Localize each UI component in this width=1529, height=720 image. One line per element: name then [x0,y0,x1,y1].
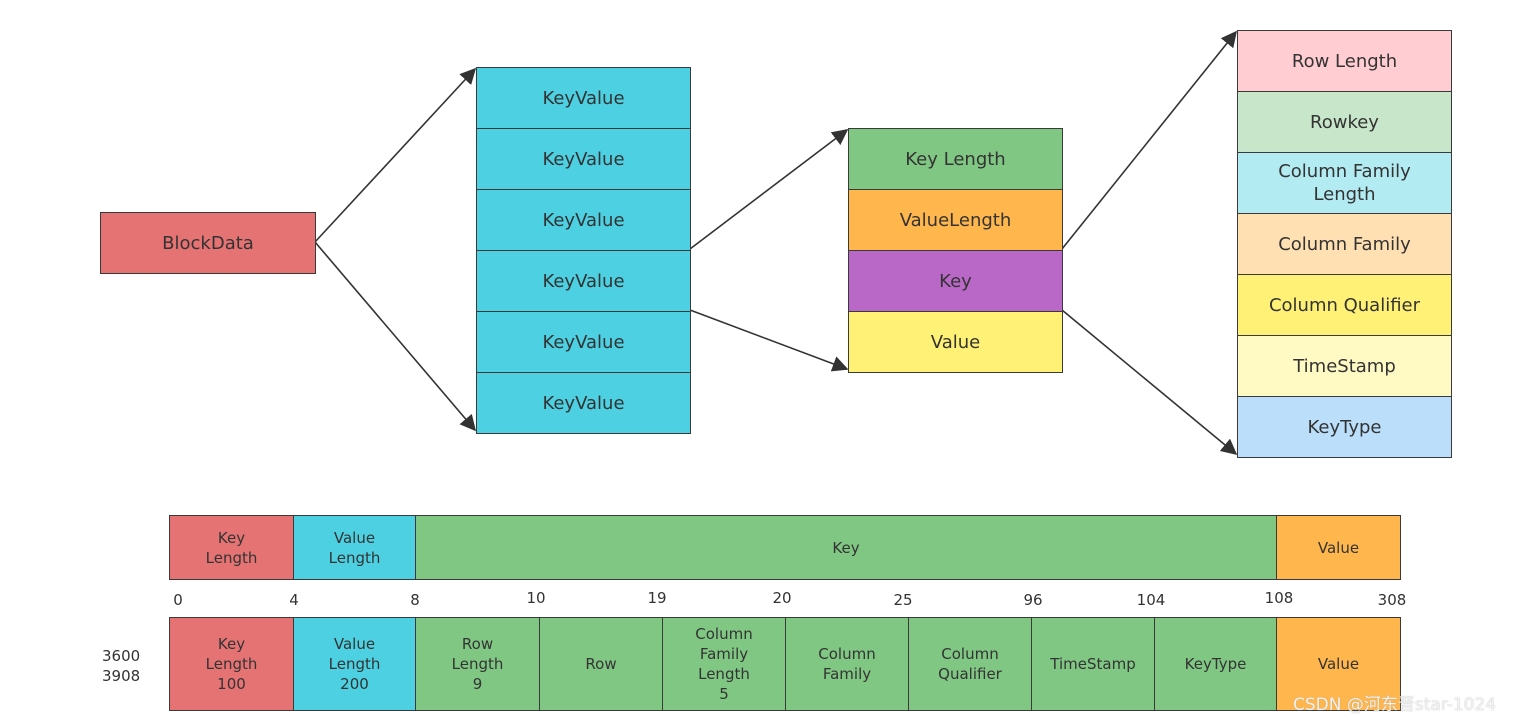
key-part-cell: TimeStamp [1237,335,1452,397]
example-cell: Row Length 9 [415,617,540,711]
key-part-cell: Rowkey [1237,91,1452,153]
example-cell: TimeStamp [1031,617,1155,711]
kv-part-cell: Key [848,250,1063,312]
offset-label: 20 [772,589,792,607]
offset-label: 19 [647,589,667,607]
key-part-cell: Column Qualifier [1237,274,1452,336]
arrow [689,129,849,250]
example-offsets: 3600 3908 [102,647,141,685]
layout-cell: Value Length [293,515,416,580]
keyvalue-cell: KeyValue [476,311,691,373]
keyvalue-cell: KeyValue [476,189,691,251]
example-cell: Key Length 100 [169,617,294,711]
keyvalue-cell: KeyValue [476,128,691,190]
example-cell: Column Family [785,617,909,711]
offset-label: 25 [893,591,913,609]
offset-label: 10 [526,589,546,607]
arrow [314,67,477,243]
offset-label: 108 [1264,589,1294,607]
key-part-cell: Column Family [1237,213,1452,275]
arrow [689,309,849,372]
kv-part-cell: Key Length [848,128,1063,190]
keyvalue-cell: KeyValue [476,250,691,312]
layout-cell: Key [415,515,1277,580]
key-part-cell: Row Length [1237,30,1452,92]
offset-label: 104 [1136,591,1166,609]
example-cell: Column Family Length 5 [662,617,786,711]
offset-label: 4 [289,591,299,609]
layout-cell: Key Length [169,515,294,580]
keyvalue-cell: KeyValue [476,67,691,129]
key-part-cell: KeyType [1237,396,1452,458]
kv-part-cell: ValueLength [848,189,1063,251]
layout-cell: Value [1276,515,1401,580]
example-cell: Value Length 200 [293,617,416,711]
example-cell: Column Qualifier [908,617,1032,711]
example-cell: Row [539,617,663,711]
arrow [1061,30,1238,250]
arrow [314,241,477,432]
offset-label: 96 [1023,591,1043,609]
keyvalue-cell: KeyValue [476,372,691,434]
example-cell: KeyType [1154,617,1277,711]
watermark: CSDN @河东晋star-1024 [1293,695,1497,715]
key-part-cell: Column Family Length [1237,152,1452,214]
offset-label: 8 [410,591,420,609]
offset-label: 0 [173,591,183,609]
arrow [1061,309,1238,456]
kv-part-cell: Value [848,311,1063,373]
block-data: BlockData [100,212,316,274]
offset-label: 308 [1377,591,1407,609]
